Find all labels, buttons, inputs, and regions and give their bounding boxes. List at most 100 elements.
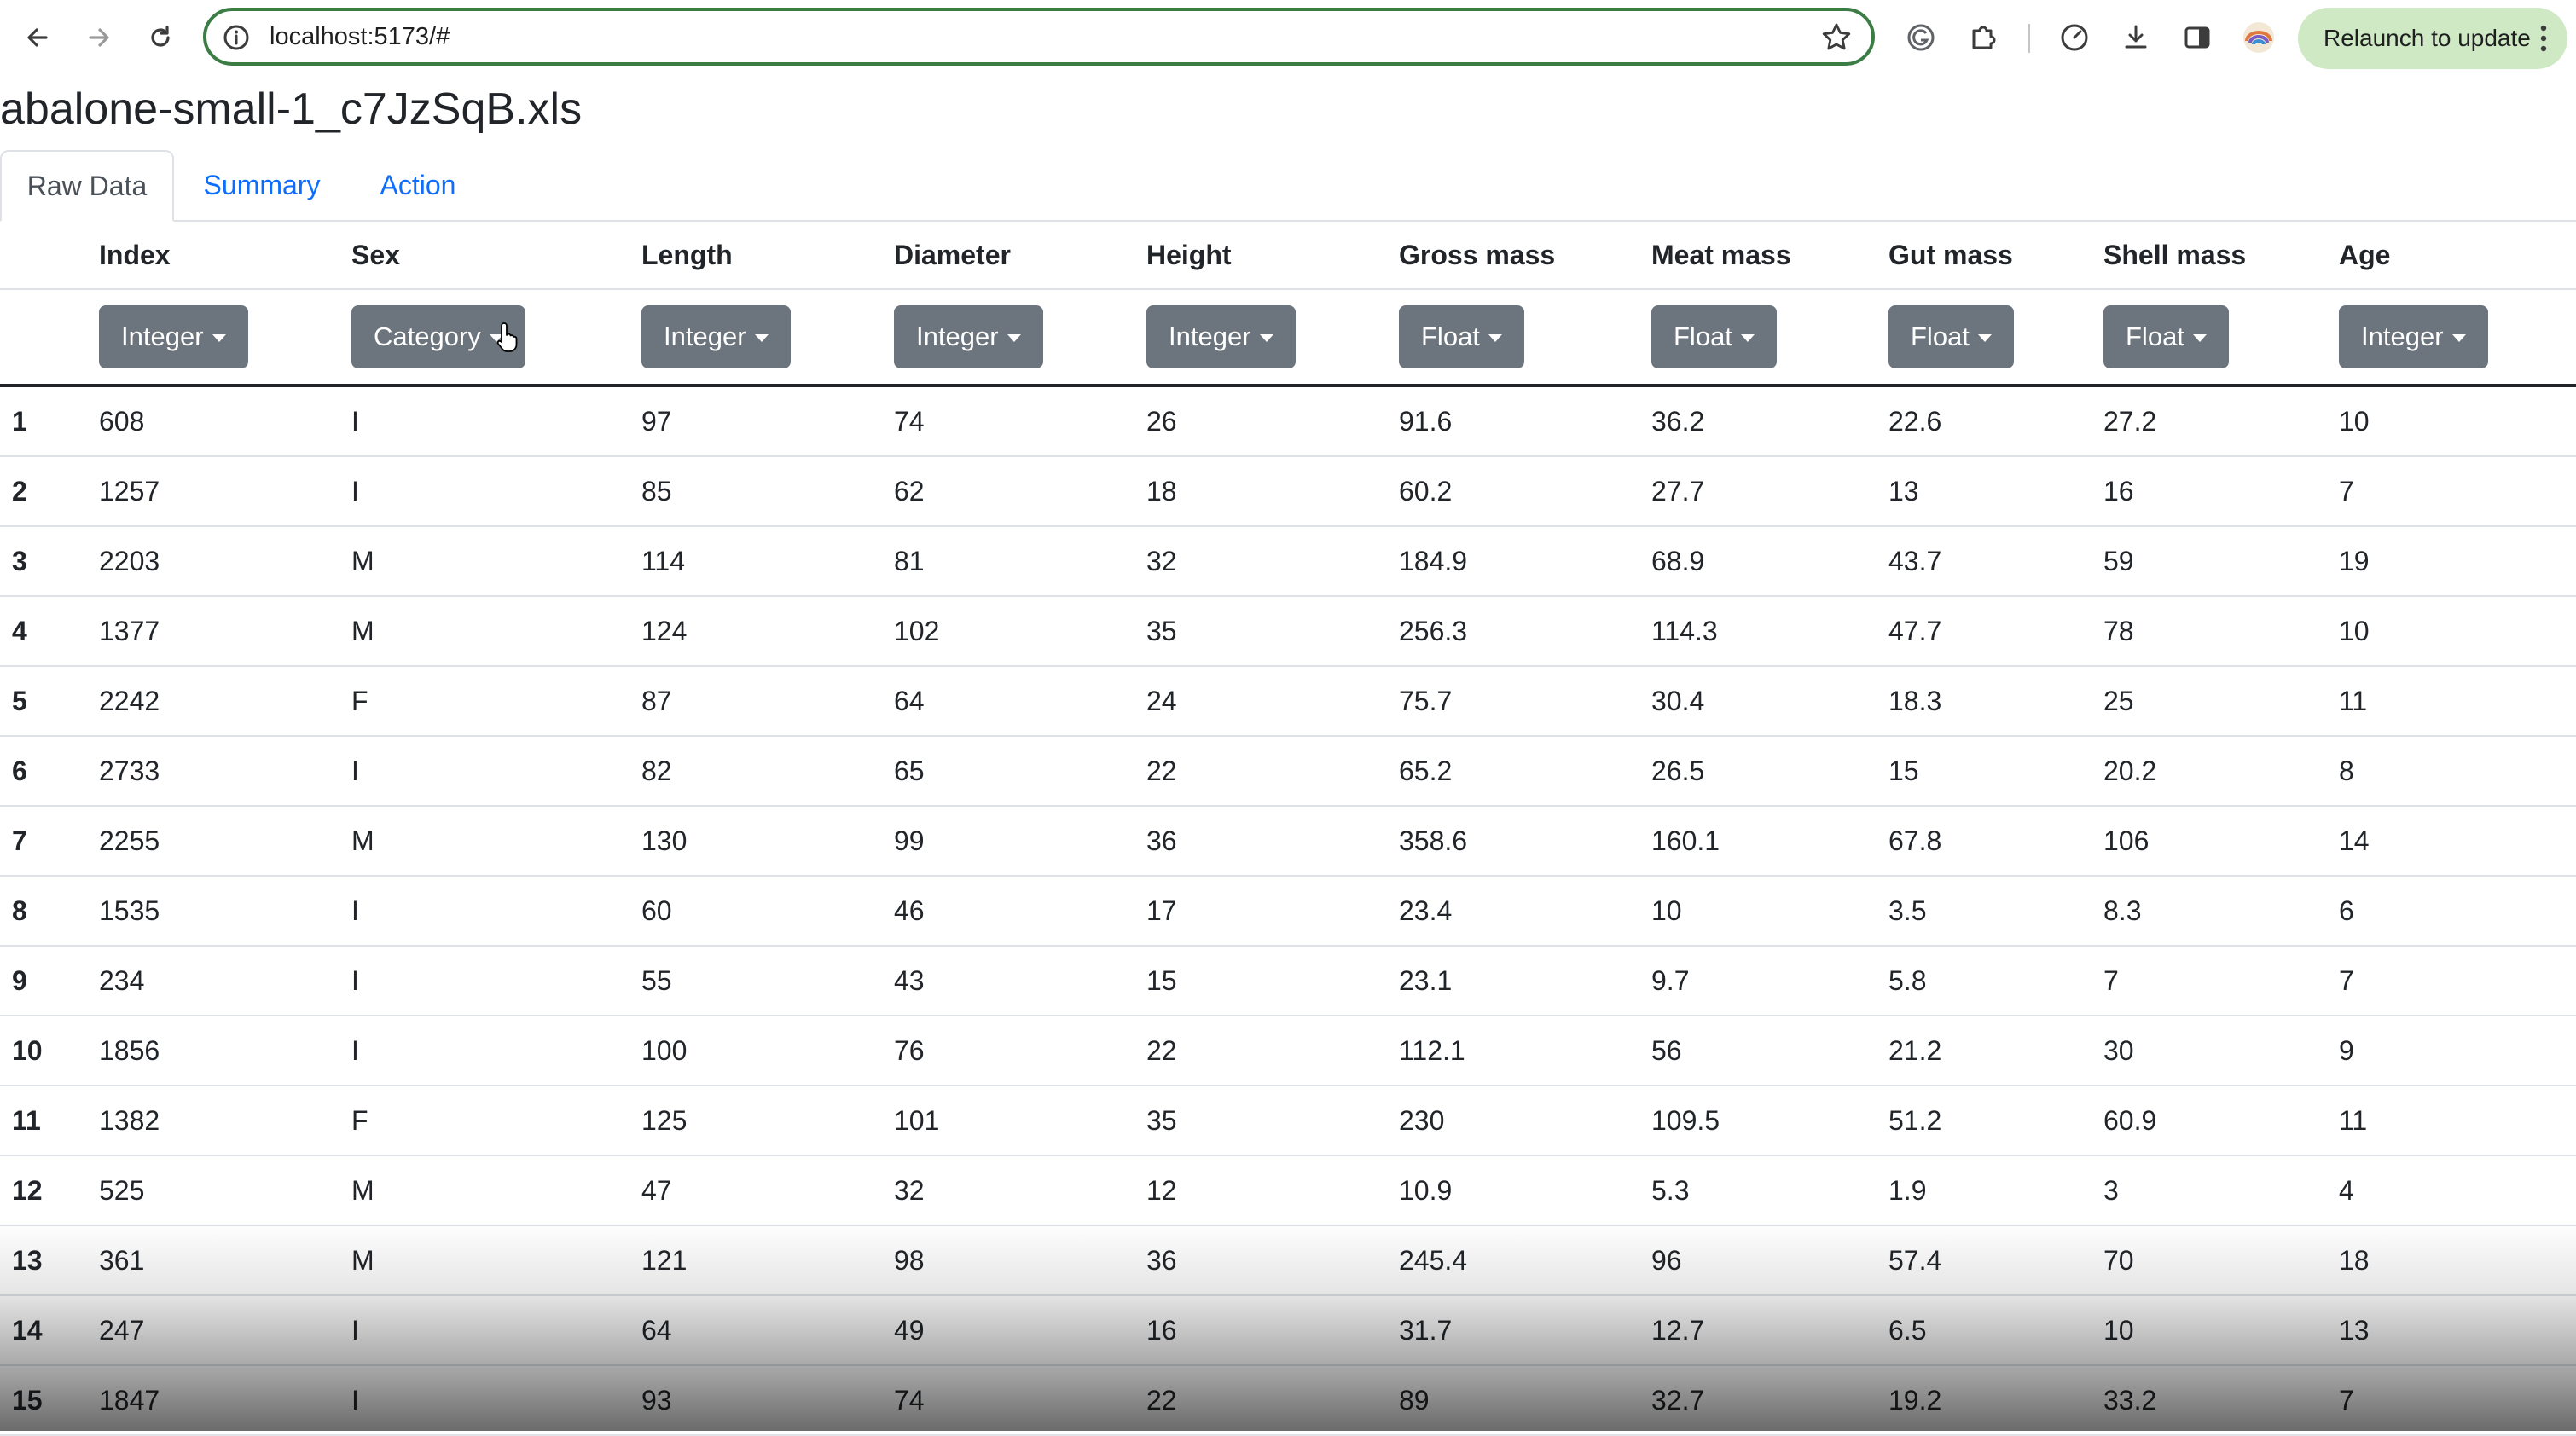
forward-icon[interactable]: [80, 19, 118, 56]
type-dropdown-age[interactable]: Integer: [2339, 305, 2488, 368]
caret-down-icon: [1488, 333, 1502, 342]
table-cell: 98: [894, 1244, 925, 1276]
row-number: 9: [12, 964, 27, 996]
table-cell: 30.4: [1651, 685, 1705, 716]
table-cell: I: [351, 1384, 359, 1416]
table-cell: 114: [641, 545, 686, 576]
table-cell: 22.6: [1888, 405, 1942, 437]
table-cell: 35: [1146, 1104, 1177, 1136]
table-cell: 1847: [99, 1384, 160, 1416]
table-cell: 32: [894, 1174, 925, 1206]
type-dropdown-label: Integer: [2361, 321, 2444, 351]
table-cell: 25: [2103, 685, 2134, 716]
type-dropdown-height[interactable]: Integer: [1146, 305, 1296, 368]
table-cell: 47.7: [1888, 615, 1942, 646]
table-cell: 74: [894, 405, 925, 437]
type-cell: Integer: [99, 290, 248, 384]
extension-g-icon[interactable]: [1902, 19, 1940, 56]
type-dropdown-label: Float: [2126, 321, 2184, 351]
row-number: 10: [12, 1034, 43, 1066]
table-cell: 121: [641, 1244, 688, 1276]
tab-bar: Raw Data Summary Action: [0, 150, 2576, 222]
type-dropdown-meat-mass[interactable]: Float: [1651, 305, 1777, 368]
bookmark-star-icon[interactable]: [1820, 21, 1853, 54]
table-cell: 57.4: [1888, 1244, 1942, 1276]
table-cell: 358.6: [1399, 825, 1468, 856]
table-cell: 16: [2103, 475, 2134, 507]
table-cell: 102: [894, 615, 940, 646]
more-menu-icon[interactable]: [2540, 25, 2547, 52]
table-cell: 2255: [99, 825, 160, 856]
table-cell: 76: [894, 1034, 925, 1066]
row-number: 15: [12, 1384, 43, 1416]
type-dropdown-length[interactable]: Integer: [641, 305, 791, 368]
table-cell: 525: [99, 1174, 145, 1206]
table-cell: 68.9: [1651, 545, 1705, 576]
data-table: Index Sex Length Diameter Height Gross mass Me…: [0, 222, 2576, 1436]
column-header-index: Index: [99, 239, 171, 270]
type-dropdown-gut-mass[interactable]: Float: [1888, 305, 2014, 368]
type-dropdown-label: Float: [1674, 321, 1732, 351]
tab-raw-data[interactable]: Raw Data: [0, 150, 174, 222]
type-dropdown-gross-mass[interactable]: Float: [1399, 305, 1524, 368]
table-cell: 7: [2339, 1384, 2354, 1416]
type-dropdown-index[interactable]: Integer: [99, 305, 248, 368]
extensions-puzzle-icon[interactable]: [1964, 19, 2001, 56]
tab-action[interactable]: Action: [350, 150, 486, 220]
table-cell: 31.7: [1399, 1314, 1453, 1346]
speed-gauge-icon[interactable]: [2056, 19, 2093, 56]
url-text[interactable]: localhost:5173/#: [270, 21, 450, 52]
table-cell: 87: [641, 685, 672, 716]
tab-summary[interactable]: Summary: [174, 150, 350, 220]
table-cell: 106: [2103, 825, 2150, 856]
row-number: 2: [12, 475, 27, 507]
table-cell: 32.7: [1651, 1384, 1705, 1416]
table-cell: 1535: [99, 895, 160, 926]
table-cell: 247: [99, 1314, 145, 1346]
table-cell: 1.9: [1888, 1174, 1927, 1206]
caret-down-icon: [1259, 333, 1273, 342]
table-cell: 12.7: [1651, 1314, 1705, 1346]
table-row: 9 234 I 55 43 15 23.1 9.7 5.8 7 7: [0, 947, 2576, 1016]
row-number: 11: [12, 1104, 41, 1136]
type-dropdown-label: Float: [1421, 321, 1480, 351]
side-panel-icon[interactable]: [2179, 19, 2216, 56]
caret-down-icon: [1740, 333, 1755, 342]
site-info-icon[interactable]: [222, 23, 251, 52]
table-cell: 82: [641, 755, 672, 786]
table-cell: I: [351, 895, 359, 926]
table-cell: 56: [1651, 1034, 1682, 1066]
table-cell: 608: [99, 405, 145, 437]
table-row: 4 1377 M 124 102 35 256.3 114.3 47.7 78 10: [0, 597, 2576, 667]
table-cell: 1856: [99, 1034, 160, 1066]
table-cell: 96: [1651, 1244, 1682, 1276]
table-cell: 114.3: [1651, 615, 1718, 646]
table-cell: 36: [1146, 1244, 1177, 1276]
table-row: 7 2255 M 130 99 36 358.6 160.1 67.8 106 14: [0, 807, 2576, 877]
table-cell: 49: [894, 1314, 925, 1346]
table-cell: 23.1: [1399, 964, 1453, 996]
table-cell: 85: [641, 475, 672, 507]
toolbar-divider: [2028, 24, 2030, 53]
back-icon[interactable]: [19, 19, 56, 56]
table-cell: 7: [2339, 964, 2354, 996]
table-cell: 75.7: [1399, 685, 1453, 716]
profile-avatar-icon[interactable]: [2240, 19, 2277, 56]
tab-label: Raw Data: [26, 170, 148, 201]
download-icon[interactable]: [2117, 19, 2155, 56]
table-cell: 24: [1146, 685, 1177, 716]
table-cell: 70: [2103, 1244, 2134, 1276]
table-body: 1 608 I 97 74 26 91.6 36.2 22.6 27.2 10 2 1257 I 85 62 1…: [0, 387, 2576, 1436]
relaunch-update-button[interactable]: Relaunch to update: [2298, 8, 2567, 69]
table-cell: 89: [1399, 1384, 1430, 1416]
address-bar[interactable]: localhost:5173/#: [203, 8, 1875, 66]
table-cell: 19: [2339, 545, 2370, 576]
type-dropdown-diameter[interactable]: Integer: [894, 305, 1043, 368]
table-cell: 64: [641, 1314, 672, 1346]
table-cell: 10.9: [1399, 1174, 1453, 1206]
table-cell: 11: [2339, 1104, 2368, 1136]
table-cell: 6.5: [1888, 1314, 1927, 1346]
type-dropdown-shell-mass[interactable]: Float: [2103, 305, 2229, 368]
table-cell: 4: [2339, 1174, 2354, 1206]
reload-icon[interactable]: [142, 19, 179, 56]
